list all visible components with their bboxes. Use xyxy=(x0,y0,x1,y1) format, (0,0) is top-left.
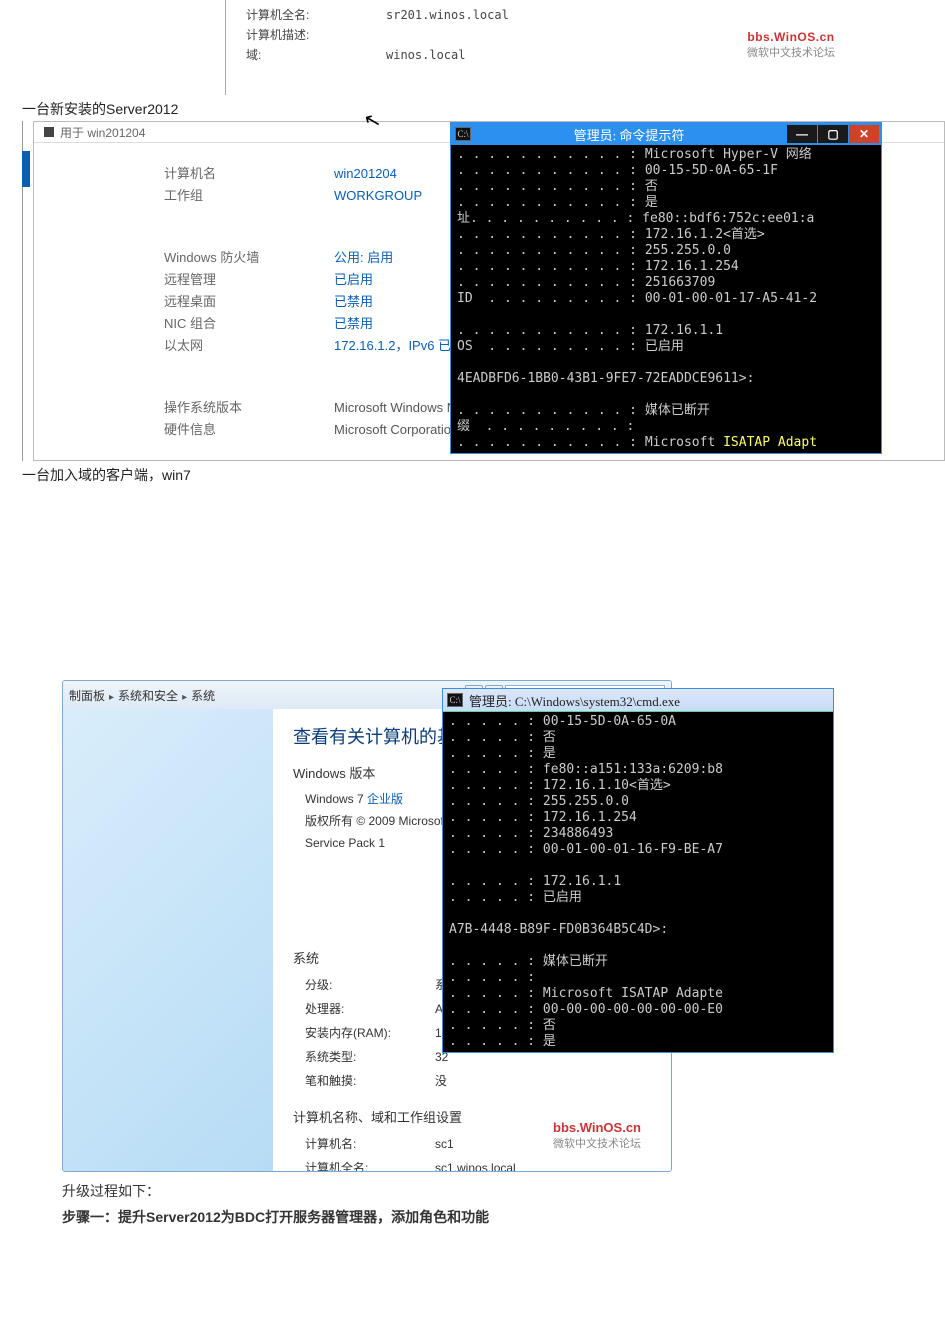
window-buttons: — ▢ ✕ xyxy=(787,125,879,143)
server-tab-text: 用于 win201204 xyxy=(60,124,145,141)
cmd-titlebar[interactable]: C:\ 管理员: C:\Windows\system32\cmd.exe xyxy=(443,689,833,712)
srv-label: NIC 组合 xyxy=(164,313,334,335)
sys-label: 系统类型: xyxy=(305,1045,435,1069)
cmd-output: . . . . . : 00-15-5D-0A-65-0A . . . . . … xyxy=(443,712,833,1052)
srv-label: 计算机名 xyxy=(164,163,334,185)
cmd-output: . . . . . . . . . . . : Microsoft Hyper-… xyxy=(451,145,881,453)
name-label: 计算机全名: xyxy=(305,1156,435,1172)
srv-label: 硬件信息 xyxy=(164,419,334,441)
srv-label: Windows 防火墙 xyxy=(164,247,334,269)
top-label: 域: xyxy=(226,45,386,65)
name-value: sc1.winos.local xyxy=(435,1156,516,1172)
cmd-window-win7[interactable]: C:\ 管理员: C:\Windows\system32\cmd.exe . .… xyxy=(442,688,834,1053)
top-label: 计算机全名: xyxy=(226,5,386,25)
tab-square-icon xyxy=(44,127,54,137)
top-info-fragment: 计算机全名:sr201.winos.local计算机描述:域:winos.loc… xyxy=(225,0,945,95)
win7-sidebar xyxy=(63,709,274,1171)
srv-label: 远程桌面 xyxy=(164,291,334,313)
srv-label: 操作系统版本 xyxy=(164,397,334,419)
cmd-title-text: 管理员: C:\Windows\system32\cmd.exe xyxy=(469,691,680,710)
srv-value[interactable]: Microsoft Corporation xyxy=(334,419,458,441)
watermark-line2: 微软中文技术论坛 xyxy=(553,1135,641,1151)
blue-indicator xyxy=(22,151,30,187)
cmd-title-text: 管理员: 命令提示符 xyxy=(574,125,685,144)
cmd-icon: C:\ xyxy=(455,127,471,141)
sys-label: 分级: xyxy=(305,973,435,997)
srv-value[interactable]: win201204 xyxy=(334,163,397,185)
srv-value[interactable]: 已启用 xyxy=(334,269,373,291)
watermark-line1: bbs.WinOS.cn xyxy=(553,1120,641,1135)
watermark: bbs.WinOS.cn 微软中文技术论坛 xyxy=(747,30,835,60)
close-button[interactable]: ✕ xyxy=(849,125,879,143)
sys-label: 安装内存(RAM): xyxy=(305,1021,435,1045)
crumb-item[interactable]: 制面板 xyxy=(69,689,105,703)
caption-server2012: 一台新安装的Server2012 xyxy=(22,99,945,119)
watermark-line1: bbs.WinOS.cn xyxy=(747,30,835,44)
cmd-window-server[interactable]: C:\ 管理员: 命令提示符 — ▢ ✕ . . . . . . . . . .… xyxy=(450,122,882,454)
cmd-titlebar[interactable]: C:\ 管理员: 命令提示符 — ▢ ✕ xyxy=(451,123,881,145)
top-value: sr201.winos.local xyxy=(386,5,509,25)
srv-value[interactable]: 公用: 启用 xyxy=(334,247,393,269)
server2012-screenshot: ↖ 用于 win201204 计算机名win201204工作组WORKGROUP… xyxy=(22,121,945,461)
srv-label: 远程管理 xyxy=(164,269,334,291)
sys-label: 处理器: xyxy=(305,997,435,1021)
breadcrumb[interactable]: 制面板系统和安全系统 xyxy=(69,687,215,704)
edition-link[interactable]: 企业版 xyxy=(367,792,403,806)
footer-line1: 升级过程如下： xyxy=(62,1178,945,1204)
minimize-button[interactable]: — xyxy=(787,125,817,143)
footer-line2: 步骤一：提升Server2012为BDC打开服务器管理器，添加角色和功能 xyxy=(62,1204,945,1230)
srv-value[interactable]: Microsoft Windows NT xyxy=(334,397,464,419)
srv-label: 工作组 xyxy=(164,185,334,207)
footer-text: 升级过程如下： 步骤一：提升Server2012为BDC打开服务器管理器，添加角… xyxy=(62,1178,945,1230)
sys-value: 没 xyxy=(435,1069,447,1093)
name-value: sc1 xyxy=(435,1132,454,1156)
watermark-line2: 微软中文技术论坛 xyxy=(747,44,835,60)
top-label: 计算机描述: xyxy=(226,25,386,45)
top-value: winos.local xyxy=(386,45,465,65)
srv-value[interactable]: 已禁用 xyxy=(334,313,373,335)
sys-label: 笔和触摸: xyxy=(305,1069,435,1093)
srv-label: 以太网 xyxy=(164,335,334,357)
cmd-icon: C:\ xyxy=(447,693,463,707)
srv-value[interactable]: WORKGROUP xyxy=(334,185,422,207)
name-label: 计算机名: xyxy=(305,1132,435,1156)
srv-value[interactable]: 已禁用 xyxy=(334,291,373,313)
watermark: bbs.WinOS.cn 微软中文技术论坛 xyxy=(553,1120,641,1151)
win7-screenshot: 制面板系统和安全系统 ▾ ↻ 搜索控制面板 查看有关计算机的基本信息 Windo… xyxy=(62,680,832,1170)
maximize-button[interactable]: ▢ xyxy=(818,125,848,143)
crumb-item[interactable]: 系统 xyxy=(191,689,215,703)
server-manager-panel: ↖ 用于 win201204 计算机名win201204工作组WORKGROUP… xyxy=(33,121,945,461)
caption-win7: 一台加入域的客户端，win7 xyxy=(22,465,945,485)
crumb-item[interactable]: 系统和安全 xyxy=(118,689,178,703)
